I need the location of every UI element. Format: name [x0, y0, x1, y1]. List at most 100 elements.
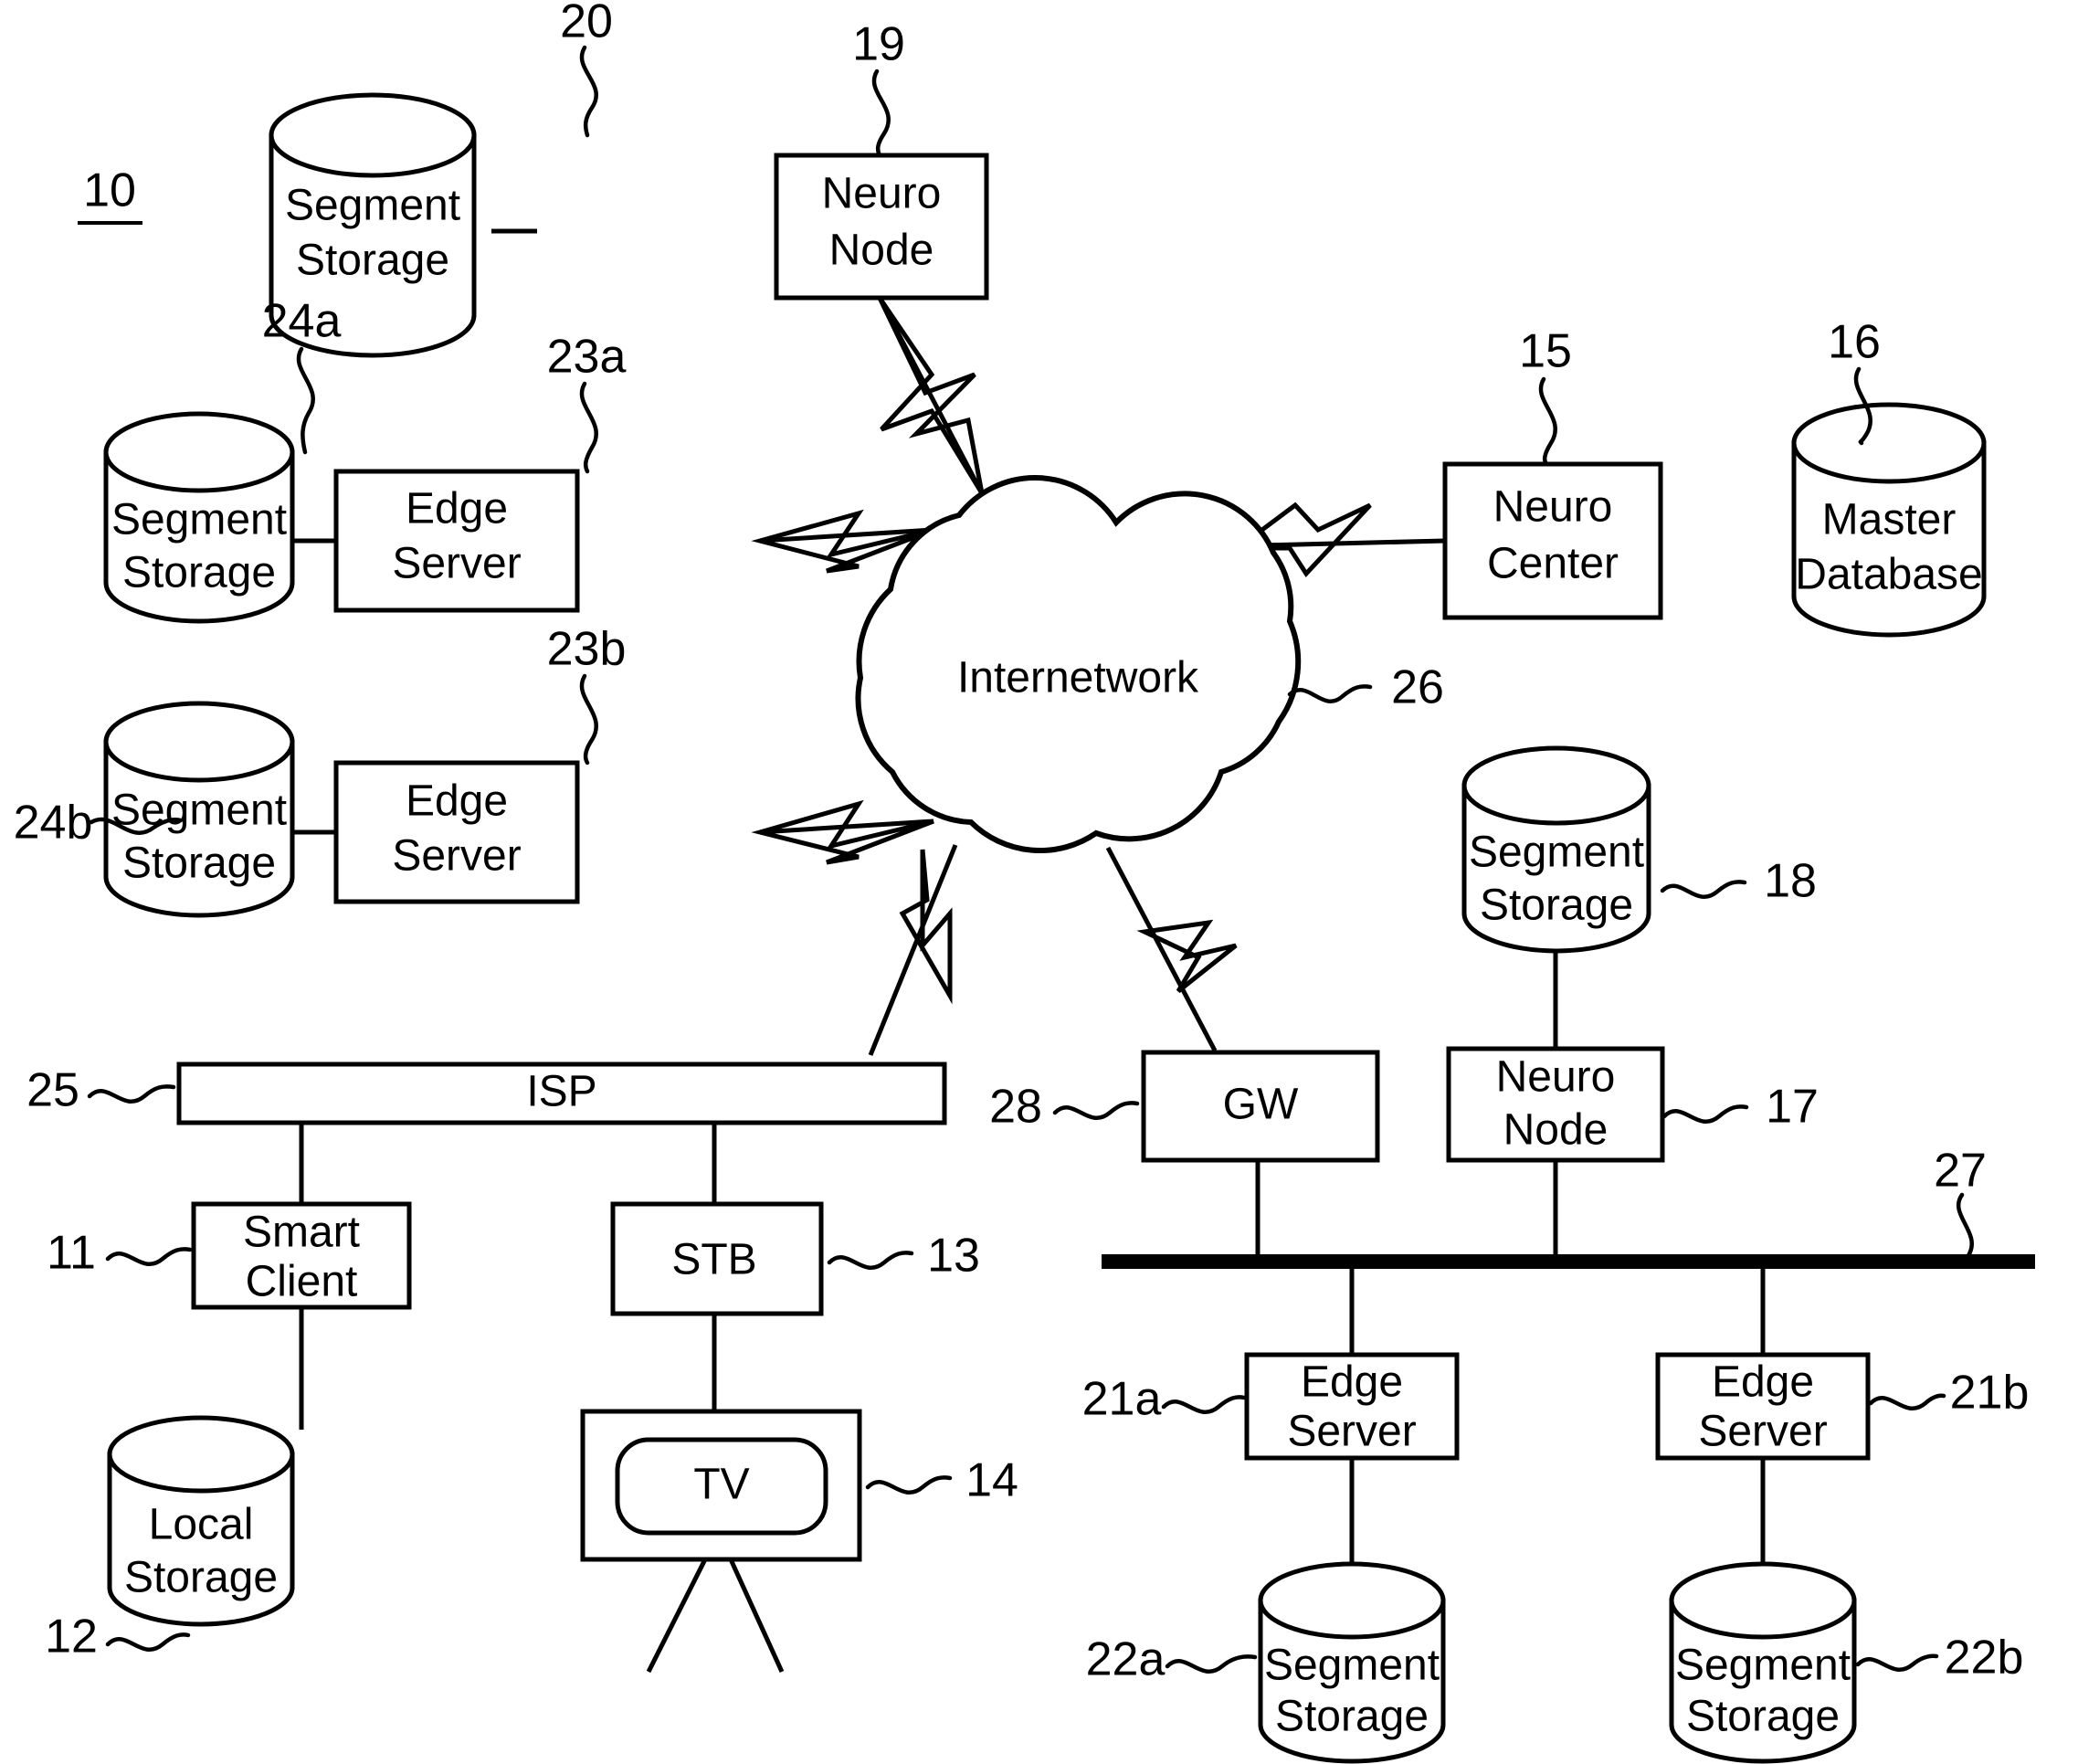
node-edge-server-23a[interactable]: Edge Server: [333, 469, 580, 613]
master-database-16-label-2: Database: [1795, 551, 1982, 599]
local-storage-12-label-2: Storage: [124, 1554, 278, 1602]
gateway-28-label: GW: [1223, 1081, 1299, 1129]
node-master-database-16[interactable]: Master Database: [1791, 402, 1987, 638]
segment-storage-20-label-2: Storage: [296, 237, 449, 285]
node-lan-bus-27[interactable]: [1102, 1254, 2035, 1269]
segment-storage-18-label-2: Storage: [1480, 882, 1633, 930]
segment-storage-22a-label-2: Storage: [1275, 1693, 1429, 1741]
ref-20: 20: [560, 0, 613, 48]
internetwork-cloud[interactable]: Internetwork: [855, 475, 1302, 854]
ref-11: 11: [47, 1227, 96, 1280]
ref-17: 17: [1766, 1081, 1819, 1134]
neuro-node-19-label-1: Neuro: [822, 170, 942, 218]
tv-14-label: TV: [693, 1461, 749, 1509]
tv-leg-left: [646, 1558, 708, 1674]
ref-20-group: 20: [560, 0, 613, 138]
edge-server-21b-label-2: Server: [1698, 1408, 1827, 1456]
neuro-node-19-label-2: Node: [829, 227, 934, 275]
bolt-neuronode19-cloud: [877, 296, 985, 495]
neuro-node-17-label-2: Node: [1503, 1106, 1609, 1155]
ref-19: 19: [852, 18, 905, 71]
segment-storage-22a-label-1: Segment: [1264, 1642, 1440, 1690]
ref-21b-group: 21b: [1868, 1367, 2030, 1420]
ref-27-group: 27: [1934, 1145, 1987, 1260]
ref-22b-group: 22b: [1855, 1632, 2024, 1685]
figure-number-group: 10: [78, 164, 142, 225]
edge-server-23a-label-2: Server: [392, 540, 521, 588]
node-stb-13[interactable]: STB: [610, 1201, 824, 1316]
ref-18: 18: [1764, 855, 1817, 908]
segment-storage-22b-label-1: Segment: [1675, 1642, 1851, 1690]
neuro-center-15-label-1: Neuro: [1493, 483, 1613, 532]
ref-27: 27: [1934, 1145, 1987, 1198]
ref-23a: 23a: [547, 331, 627, 384]
ref-12: 12: [45, 1611, 98, 1664]
ref-23a-group: 23a: [547, 331, 627, 474]
node-gateway-28[interactable]: GW: [1141, 1050, 1380, 1163]
master-database-16-label-1: Master: [1822, 496, 1957, 544]
ref-23b-group: 23b: [547, 623, 626, 766]
node-neuro-center-15[interactable]: Neuro Center: [1442, 461, 1663, 620]
figure-number: 10: [83, 164, 136, 217]
ref-22a-group: 22a: [1086, 1633, 1258, 1686]
ref-25-group: 25: [26, 1064, 176, 1117]
ref-15: 15: [1519, 325, 1572, 378]
ref-15-group: 15: [1519, 325, 1572, 467]
patent-figure: Internetwork 26 Segment Storage 20 Neuro…: [0, 0, 2078, 1764]
ref-26: 26: [1391, 661, 1444, 714]
segment-storage-24a-label-2: Storage: [122, 549, 276, 597]
node-neuro-node-19[interactable]: Neuro Node: [774, 153, 989, 301]
edge-server-23a-label-1: Edge: [406, 485, 508, 533]
ref-21b: 21b: [1950, 1367, 2030, 1420]
node-edge-server-23b[interactable]: Edge Server: [333, 760, 580, 904]
segment-storage-22b-label-2: Storage: [1686, 1693, 1840, 1741]
ref-28: 28: [989, 1081, 1042, 1134]
stb-13-label: STB: [671, 1236, 756, 1284]
ref-14-group: 14: [865, 1454, 1018, 1507]
ref-22a: 22a: [1086, 1633, 1166, 1686]
node-segment-storage-22b[interactable]: Segment Storage: [1669, 1561, 1857, 1764]
ref-21a-group: 21a: [1082, 1373, 1247, 1426]
node-isp-25[interactable]: ISP: [176, 1062, 947, 1125]
isp-25-label: ISP: [526, 1068, 596, 1116]
ref-13: 13: [927, 1230, 980, 1283]
ref-24a: 24a: [262, 295, 342, 348]
neuro-center-15-label-2: Center: [1487, 540, 1619, 588]
node-edge-server-21b[interactable]: Edge Server: [1655, 1352, 1871, 1461]
ref-18-group: 18: [1660, 855, 1817, 908]
ref-21a: 21a: [1082, 1373, 1162, 1426]
node-segment-storage-24b[interactable]: Segment Storage: [103, 701, 295, 918]
ref-11-group: 11: [47, 1227, 193, 1280]
node-tv-14[interactable]: TV: [580, 1409, 862, 1674]
ref-28-group: 28: [989, 1081, 1140, 1134]
local-storage-12-label-1: Local: [149, 1501, 254, 1549]
node-edge-server-21a[interactable]: Edge Server: [1244, 1352, 1460, 1461]
bolt-cloud-gw: [1105, 846, 1238, 1052]
smart-client-11-label-2: Client: [246, 1258, 358, 1306]
edge-server-21a-label-2: Server: [1287, 1408, 1416, 1456]
node-segment-storage-22a[interactable]: Segment Storage: [1258, 1561, 1446, 1764]
edge-server-23b-label-2: Server: [392, 832, 521, 881]
ref-14: 14: [965, 1454, 1018, 1507]
node-neuro-node-17[interactable]: Neuro Node: [1446, 1046, 1665, 1163]
node-segment-storage-18[interactable]: Segment Storage: [1461, 745, 1651, 954]
ref-13-group: 13: [827, 1230, 980, 1283]
segment-storage-18-label-1: Segment: [1469, 829, 1644, 877]
smart-client-11-label-1: Smart: [243, 1209, 360, 1257]
node-smart-client-11[interactable]: Smart Client: [191, 1201, 412, 1310]
segment-storage-20-label-1: Segment: [285, 182, 460, 230]
ref-17-group: 17: [1661, 1081, 1819, 1134]
ref-19-group: 19: [852, 18, 905, 158]
ref-25: 25: [26, 1064, 79, 1117]
ref-26-group: 26: [1287, 661, 1444, 714]
segment-storage-24b-label-2: Storage: [122, 840, 276, 888]
ref-16: 16: [1828, 316, 1881, 369]
tv-leg-right: [728, 1558, 785, 1674]
ref-22b: 22b: [1945, 1632, 2024, 1685]
node-local-storage-12[interactable]: Local Storage: [107, 1415, 295, 1627]
bolt-edge23b-cloud: [751, 799, 934, 865]
bolt-cloud-isp: [868, 844, 958, 1056]
edge-server-21a-label-1: Edge: [1301, 1358, 1403, 1407]
cloud-label: Internetwork: [957, 654, 1199, 702]
node-segment-storage-24a[interactable]: Segment Storage: [103, 411, 295, 624]
